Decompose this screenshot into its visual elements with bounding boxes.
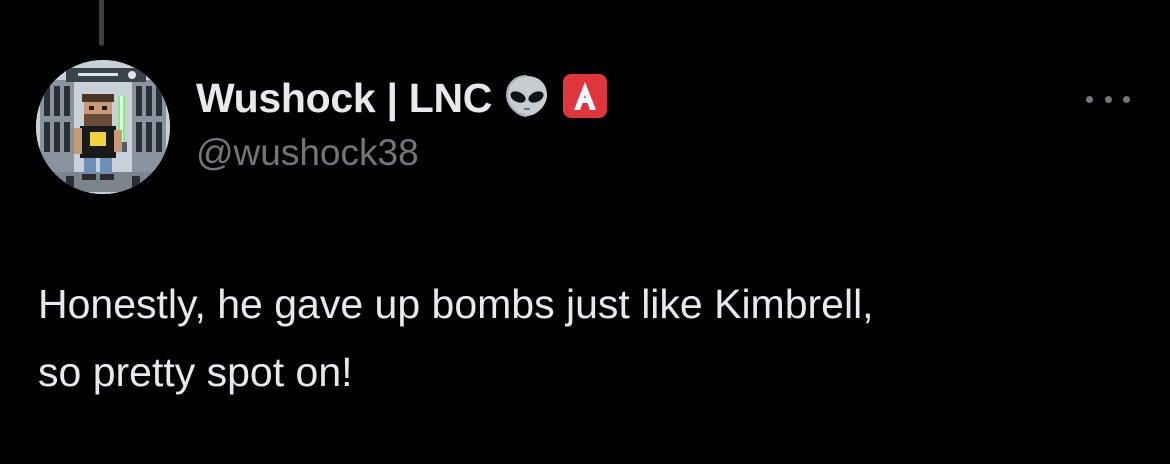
tweet-header: Wushock | LNC @wushock38 — [196, 72, 1170, 182]
more-dot — [1123, 95, 1130, 103]
letter-a-emoji-icon — [562, 73, 608, 124]
tweet-text-line-2: so pretty spot on! — [38, 349, 353, 395]
thread-connector-line — [99, 0, 104, 46]
author-name-row[interactable]: Wushock | LNC — [196, 72, 608, 124]
author-handle[interactable]: @wushock38 — [196, 132, 419, 174]
avatar[interactable] — [36, 60, 170, 194]
more-options-icon[interactable] — [1086, 92, 1130, 106]
tweet-text: Honestly, he gave up bombs just like Kim… — [38, 270, 1138, 406]
more-dot — [1086, 95, 1093, 103]
tweet-text-line-1: Honestly, he gave up bombs just like Kim… — [38, 281, 874, 327]
author-display-name[interactable]: Wushock | LNC — [196, 75, 492, 122]
avatar-pixel-art-icon — [36, 60, 170, 194]
alien-emoji-icon — [504, 73, 550, 124]
more-dot — [1104, 95, 1112, 103]
